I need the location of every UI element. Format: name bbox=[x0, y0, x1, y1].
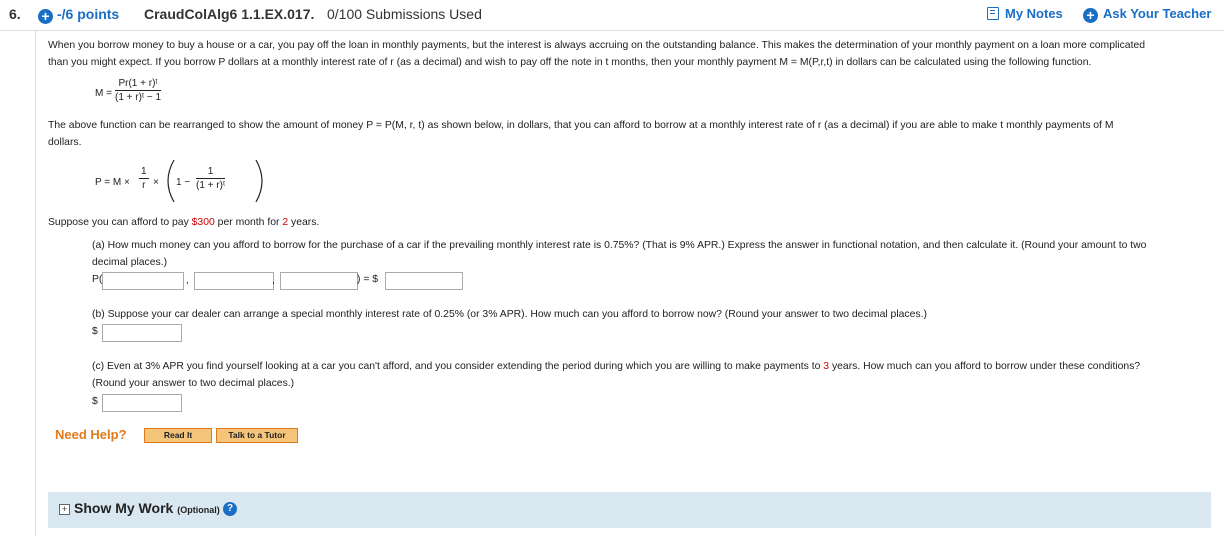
ask-teacher-button[interactable]: + Ask Your Teacher bbox=[1083, 6, 1211, 23]
question-number: 6. bbox=[9, 6, 21, 22]
formula2-inner-num: 1 bbox=[196, 166, 226, 179]
formula2-inner-den: (1 + r)ᵗ bbox=[196, 180, 226, 191]
formula2-frac-den: r bbox=[142, 180, 146, 191]
my-notes-button[interactable]: My Notes bbox=[987, 6, 1063, 21]
ask-teacher-label: Ask Your Teacher bbox=[1103, 6, 1212, 21]
payment-amount: $300 bbox=[191, 217, 215, 228]
formula1-numerator: Pr(1 + r)ᵗ bbox=[115, 78, 162, 91]
intro-line-1: When you borrow money to buy a house or … bbox=[48, 40, 1146, 51]
formula2-reciprocal: 1 r bbox=[139, 166, 149, 191]
notes-icon bbox=[987, 7, 999, 20]
part-c-dollar: $ bbox=[92, 396, 98, 407]
part-a-line-1: (a) How much money can you afford to bor… bbox=[92, 240, 1147, 251]
question-code: CraudColAlg6 1.1.EX.017. bbox=[144, 6, 315, 22]
formula2-inner-fraction: 1 (1 + r)ᵗ bbox=[196, 166, 226, 191]
rearranged-line-1: The above function can be rearranged to … bbox=[48, 120, 1114, 131]
formula2-one-minus: 1 − bbox=[176, 177, 191, 188]
part-c-line-1: (c) Even at 3% APR you find yourself loo… bbox=[92, 358, 1140, 375]
part-a-comma-1: , bbox=[186, 275, 189, 286]
optional-label: (Optional) bbox=[177, 505, 220, 515]
points-label: -/6 points bbox=[57, 6, 120, 22]
show-my-work-label: Show My Work (Optional) bbox=[74, 500, 220, 516]
submissions-count: 0/100 Submissions Used bbox=[327, 6, 482, 22]
show-my-work-title: Show My Work bbox=[74, 500, 174, 516]
part-b-dollar: $ bbox=[92, 326, 98, 337]
part-a-p-open: P( bbox=[92, 274, 103, 285]
part-c-prefix: (c) Even at 3% APR you find yourself loo… bbox=[92, 361, 824, 372]
points-link[interactable]: + -/6 points bbox=[38, 6, 119, 24]
suppose-prefix: Suppose you can afford to pay bbox=[48, 217, 192, 228]
part-c-suffix: years. How much can you afford to borrow… bbox=[829, 361, 1141, 372]
show-my-work-panel[interactable]: + Show My Work (Optional) ? bbox=[48, 492, 1211, 528]
part-a-close-eq: ) = $ bbox=[357, 274, 379, 285]
formula2-lhs: P = M × bbox=[95, 177, 130, 188]
help-icon[interactable]: ? bbox=[223, 502, 237, 516]
part-a-line-2: decimal places.) bbox=[92, 257, 168, 268]
suppose-sentence: Suppose you can afford to pay $300 per m… bbox=[48, 214, 319, 231]
part-a-comma-2: , bbox=[272, 275, 275, 286]
expand-icon[interactable]: + bbox=[59, 504, 70, 515]
content-divider bbox=[35, 30, 36, 536]
read-it-button[interactable]: Read It bbox=[144, 428, 212, 443]
formula1-denominator: (1 + r)ᵗ − 1 bbox=[115, 92, 162, 103]
suppose-middle: per month for bbox=[214, 217, 283, 228]
formula1-fraction: Pr(1 + r)ᵗ (1 + r)ᵗ − 1 bbox=[115, 78, 162, 103]
intro-line-2: than you might expect. If you borrow P d… bbox=[48, 57, 1092, 68]
part-a-t-input[interactable] bbox=[280, 272, 358, 290]
part-b-amount-input[interactable] bbox=[102, 324, 182, 342]
formula1-lhs: M = bbox=[95, 88, 112, 99]
question-header: 6. + -/6 points CraudColAlg6 1.1.EX.017. … bbox=[0, 0, 1224, 31]
plus-icon: + bbox=[38, 9, 53, 24]
rearranged-line-2: dollars. bbox=[48, 137, 82, 148]
suppose-suffix: years. bbox=[288, 217, 320, 228]
formula2-frac-num: 1 bbox=[139, 166, 149, 179]
talk-to-tutor-button[interactable]: Talk to a Tutor bbox=[216, 428, 298, 443]
part-a-amount-input[interactable] bbox=[385, 272, 463, 290]
plus-icon: + bbox=[1083, 8, 1098, 23]
my-notes-label: My Notes bbox=[1005, 6, 1063, 21]
need-help-label: Need Help? bbox=[55, 427, 127, 442]
part-c-amount-input[interactable] bbox=[102, 394, 182, 412]
part-a-p-input[interactable] bbox=[102, 272, 184, 290]
part-a-r-input[interactable] bbox=[194, 272, 274, 290]
part-b-text: (b) Suppose your car dealer can arrange … bbox=[92, 309, 927, 320]
formula2-times: × bbox=[153, 177, 159, 188]
part-c-line-2: (Round your answer to two decimal places… bbox=[92, 378, 295, 389]
